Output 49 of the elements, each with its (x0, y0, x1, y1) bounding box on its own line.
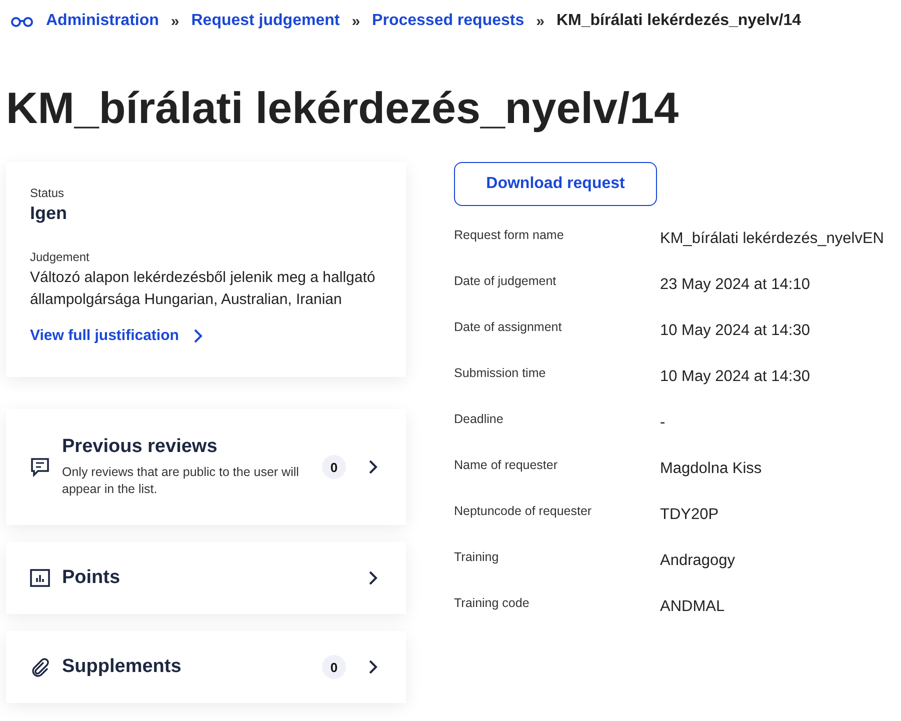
detail-value: - (660, 413, 666, 432)
section-panel[interactable]: Points (6, 542, 406, 614)
panel-note: Only reviews that are public to the user will appear in the list. (62, 464, 300, 498)
detail-label: Deadline (454, 411, 504, 426)
judgement-text: Változó alapon lekérdezésből jelenik meg a hallgató állampolgársága Hungarian, Australian, Iranian (30, 268, 376, 310)
breadcrumb-link[interactable]: Request judgement (191, 12, 340, 30)
panel-title: Points (62, 567, 122, 589)
breadcrumb-link[interactable]: Administration (46, 12, 159, 30)
glasses-icon (10, 15, 34, 27)
chart-icon (30, 569, 50, 587)
chevron-right-icon (368, 570, 378, 586)
detail-label: Training code (454, 595, 530, 610)
detail-value: 10 May 2024 at 14:30 (660, 367, 811, 386)
download-button[interactable]: Download request (454, 162, 657, 206)
detail-value: 10 May 2024 at 14:30 (660, 321, 811, 340)
detail-label: Training (454, 549, 500, 564)
panel-title: Previous reviews (62, 436, 218, 458)
chevron-right-icon (368, 459, 378, 475)
detail-value: ANDMAL (660, 597, 726, 616)
breadcrumb-link[interactable]: Processed requests (372, 12, 524, 30)
paperclip-icon (30, 657, 50, 677)
detail-label: Date of assignment (454, 319, 563, 334)
breadcrumb-separator: » (536, 12, 544, 30)
panel-title: Supplements (62, 656, 182, 678)
detail-value: KM_bírálati lekérdezés_nyelvEN (660, 229, 885, 248)
count-badge: 0 (322, 655, 346, 679)
detail-label: Submission time (454, 365, 547, 380)
section-panel[interactable]: Supplements 0 (6, 631, 406, 703)
detail-value: 23 May 2024 at 14:10 (660, 275, 811, 294)
detail-value: Magdolna Kiss (660, 459, 763, 478)
detail-label: Request form name (454, 227, 565, 242)
count-badge: 0 (322, 455, 346, 479)
view-justification-link[interactable]: View full justification (30, 327, 203, 344)
comment-icon (30, 457, 50, 477)
detail-value: TDY20P (660, 505, 720, 524)
detail-label: Neptuncode of requester (454, 503, 593, 518)
breadcrumb-separator: » (170, 12, 180, 30)
breadcrumb-current: KM_bírálati lekérdezés_nyelv/14 (556, 12, 802, 30)
status-label: Status (30, 186, 66, 200)
section-panel[interactable]: Previous reviews Only reviews that are public to the user will appear in the list. 0 (6, 409, 406, 525)
status-value: Igen (30, 203, 68, 224)
detail-label: Name of requester (454, 457, 559, 472)
chevron-right-icon (192, 328, 203, 344)
detail-value: Andragogy (660, 551, 736, 570)
page-title: KM_bírálati lekérdezés_nyelv/14 (5, 83, 680, 135)
judgement-label: Judgement (30, 250, 90, 264)
breadcrumb-separator: » (352, 12, 360, 30)
detail-label: Date of judgement (454, 273, 558, 288)
chevron-right-icon (368, 659, 378, 675)
